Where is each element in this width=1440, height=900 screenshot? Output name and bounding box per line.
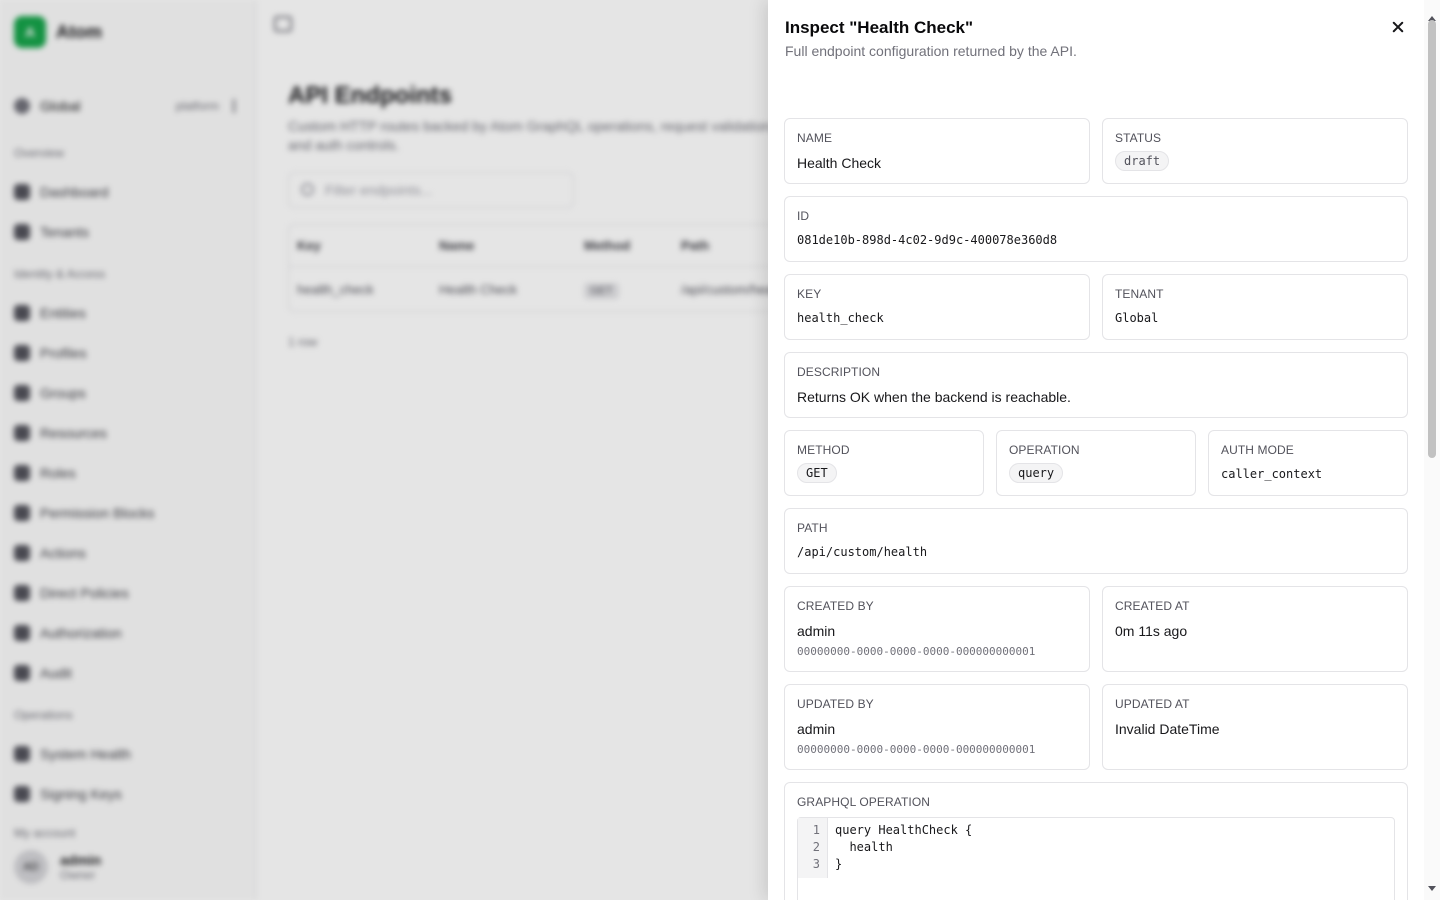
panel-subtitle: Full endpoint configuration returned by …	[785, 43, 1077, 59]
field-value: Invalid DateTime	[1115, 721, 1220, 737]
field-value: caller_context	[1221, 467, 1323, 481]
close-icon[interactable]	[1388, 17, 1408, 37]
field-id: ID 081de10b-898d-4c02-9d9c-400078e360d8	[784, 196, 1408, 262]
field-name: Name Health Check	[784, 118, 1090, 184]
operation-badge: query	[1009, 463, 1064, 483]
field-operation: Operation query	[996, 430, 1196, 496]
line-number: 3	[812, 857, 820, 871]
field-method: Method GET	[784, 430, 984, 496]
scroll-down-arrow-icon[interactable]	[1428, 886, 1436, 891]
field-value: Returns OK when the backend is reachable…	[797, 389, 1071, 405]
field-value: Global	[1115, 311, 1159, 325]
field-label: Tenant	[1115, 287, 1164, 301]
field-status: Status draft	[1102, 118, 1408, 184]
field-tenant: Tenant Global	[1102, 274, 1408, 340]
field-value: 0m 11s ago	[1115, 623, 1188, 639]
field-label: Auth Mode	[1221, 443, 1294, 457]
code-line: 1 query HealthCheck {	[798, 822, 1358, 839]
field-value: health_check	[797, 311, 884, 325]
field-updated-at: Updated At Invalid DateTime	[1102, 684, 1408, 770]
status-badge: draft	[1115, 151, 1170, 171]
line-number: 1	[812, 823, 820, 837]
field-value: admin	[797, 623, 836, 639]
field-path: Path /api/custom/health	[784, 508, 1408, 574]
field-label: Key	[797, 287, 822, 301]
field-description: Description Returns OK when the backend …	[784, 352, 1408, 418]
field-label: Description	[797, 365, 881, 379]
code-editor[interactable]: 1 query HealthCheck { 2 health 3 }	[797, 817, 1395, 900]
panel-scrollbar[interactable]	[1424, 0, 1440, 900]
field-created-at: Created At 0m 11s ago	[1102, 586, 1408, 672]
field-value: 081de10b-898d-4c02-9d9c-400078e360d8	[797, 233, 1058, 247]
field-subvalue-id: 00000000-0000-0000-0000-000000000001	[797, 743, 1036, 756]
field-label: Path	[797, 521, 828, 535]
code-text: health	[835, 840, 893, 854]
field-label: Operation	[1009, 443, 1080, 457]
field-key: Key health_check	[784, 274, 1090, 340]
code-text: }	[835, 857, 843, 871]
field-label: Updated By	[797, 697, 874, 711]
field-label: Name	[797, 131, 833, 145]
code-text: query HealthCheck {	[835, 823, 973, 837]
field-label: Created By	[797, 599, 874, 613]
field-subvalue-id: 00000000-0000-0000-0000-000000000001	[797, 645, 1036, 658]
field-label: ID	[797, 209, 810, 223]
field-label: Updated At	[1115, 697, 1190, 711]
field-value: Health Check	[797, 155, 882, 171]
field-value: /api/custom/health	[797, 545, 928, 559]
code-line: 3 }	[798, 856, 1358, 873]
field-label: Method	[797, 443, 850, 457]
field-auth-mode: Auth Mode caller_context	[1208, 430, 1408, 496]
field-label: Created At	[1115, 599, 1190, 613]
method-badge: GET	[797, 463, 837, 483]
panel-title: Inspect "Health Check"	[785, 18, 974, 37]
field-updated-by: Updated By admin 00000000-0000-0000-0000…	[784, 684, 1090, 770]
code-line: 2 health	[798, 839, 1358, 856]
scrollbar-thumb[interactable]	[1428, 20, 1436, 458]
inspect-panel: Inspect "Health Check" Full endpoint con…	[768, 0, 1440, 900]
field-label: GraphQL Operation	[797, 795, 931, 809]
field-created-by: Created By admin 00000000-0000-0000-0000…	[784, 586, 1090, 672]
field-graphql-operation: GraphQL Operation 1 query HealthCheck { …	[784, 782, 1408, 900]
field-label: Status	[1115, 131, 1162, 145]
field-value: admin	[797, 721, 836, 737]
line-number: 2	[812, 840, 820, 854]
